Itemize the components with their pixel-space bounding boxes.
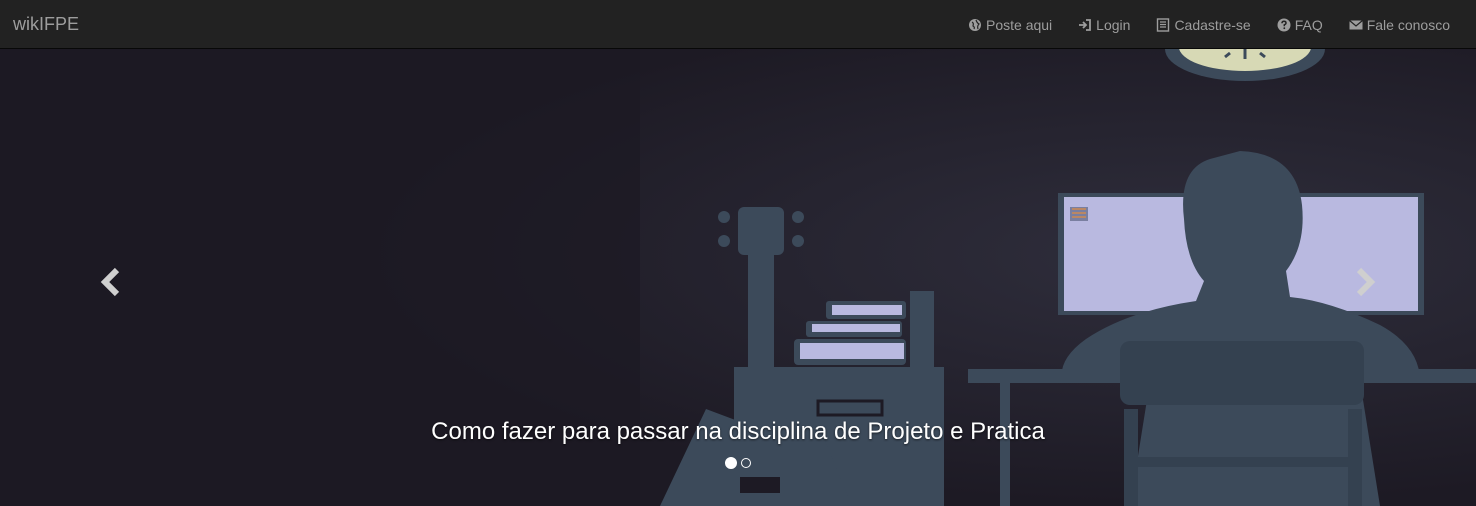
nav-fale-conosco-label: Fale conosco bbox=[1366, 16, 1450, 33]
brand-link[interactable]: wikIFPE bbox=[13, 13, 79, 35]
carousel: Como fazer para passar na disciplina de … bbox=[0, 49, 1476, 506]
nav-cadastre-se-label: Cadastre-se bbox=[1174, 16, 1251, 33]
envelope-icon bbox=[1348, 18, 1363, 32]
carousel-next-button[interactable] bbox=[1346, 264, 1386, 304]
question-sign-icon bbox=[1277, 18, 1291, 32]
chevron-right-icon bbox=[1355, 267, 1377, 302]
list-alt-icon bbox=[1156, 17, 1170, 32]
nav-login-label: Login bbox=[1096, 16, 1131, 33]
log-in-icon bbox=[1078, 18, 1092, 32]
carousel-indicator-2[interactable] bbox=[741, 458, 751, 468]
chevron-left-icon bbox=[99, 267, 121, 302]
nav-poste-aqui[interactable]: Poste aqui bbox=[968, 15, 1052, 35]
navbar: wikIFPE Poste aqui Login Cadastre-se FAQ bbox=[0, 0, 1476, 49]
carousel-caption: Como fazer para passar na disciplina de … bbox=[431, 418, 1045, 445]
carousel-indicators bbox=[0, 457, 1476, 469]
carousel-indicator-1[interactable] bbox=[725, 457, 737, 469]
nav-faq[interactable]: FAQ bbox=[1277, 15, 1323, 35]
nav-poste-aqui-label: Poste aqui bbox=[986, 16, 1053, 33]
carousel-prev-button[interactable] bbox=[90, 264, 130, 304]
globe-icon bbox=[968, 18, 982, 32]
nav-cadastre-se[interactable]: Cadastre-se bbox=[1156, 15, 1251, 35]
nav-login[interactable]: Login bbox=[1078, 15, 1130, 35]
nav-faq-label: FAQ bbox=[1294, 16, 1323, 33]
nav-fale-conosco[interactable]: Fale conosco bbox=[1348, 15, 1450, 35]
nav-menu: Poste aqui Login Cadastre-se FAQ Fale co… bbox=[968, 0, 1476, 49]
